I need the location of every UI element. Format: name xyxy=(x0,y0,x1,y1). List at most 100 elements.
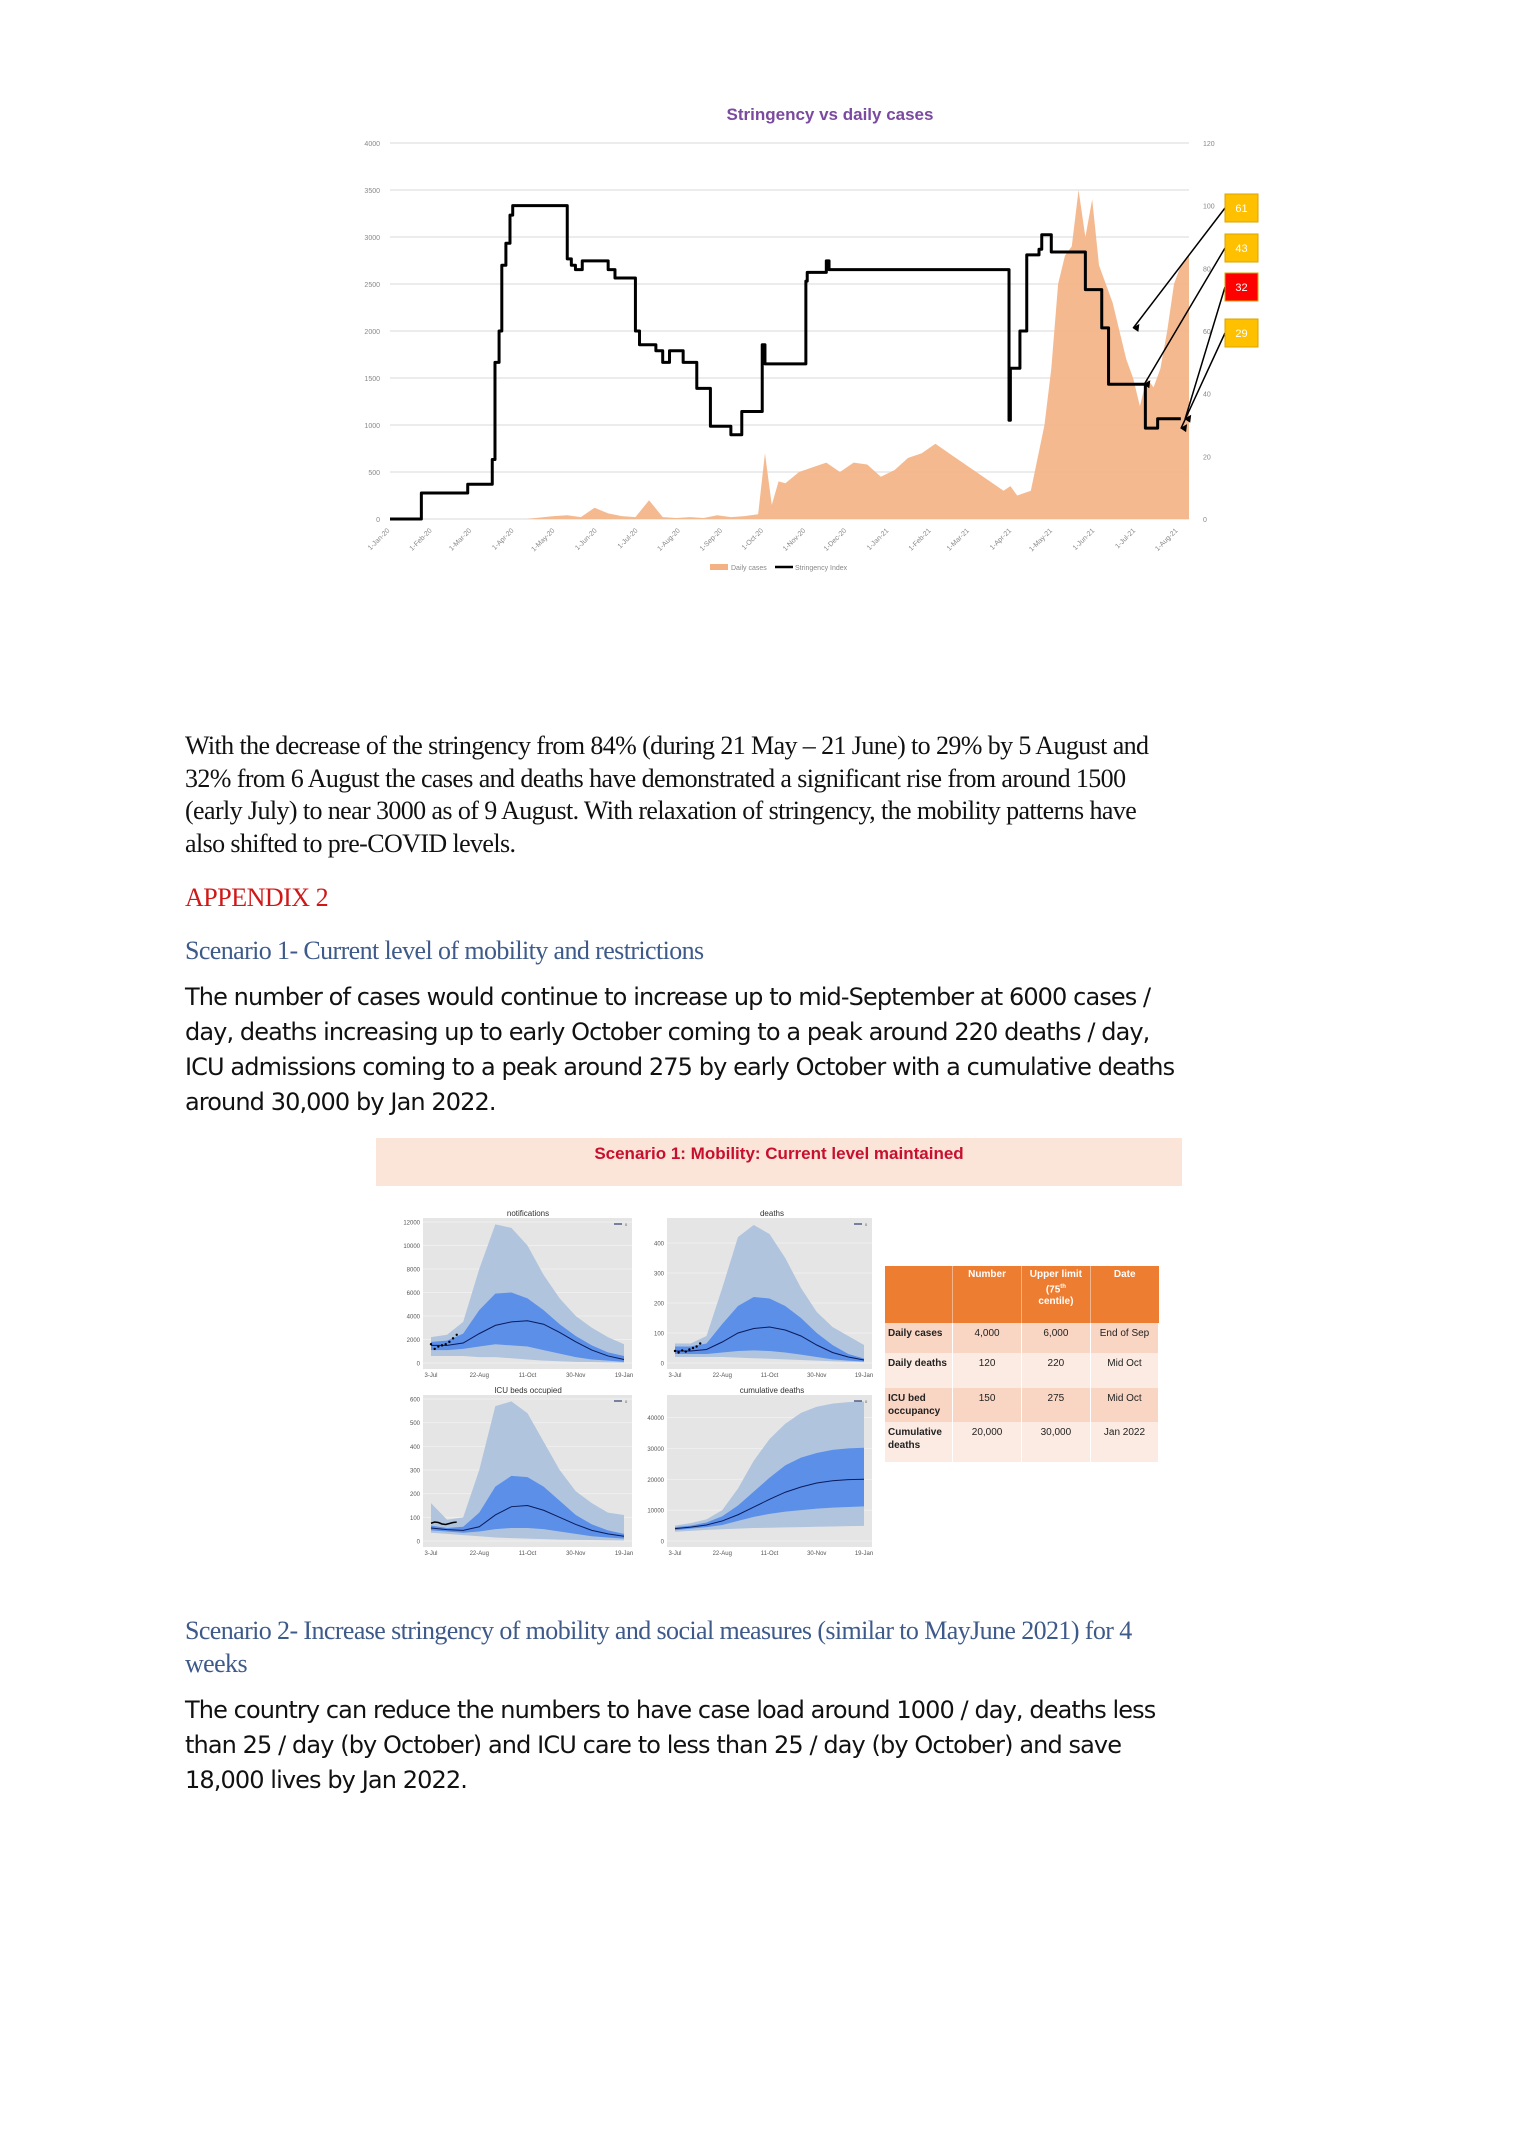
observed-point xyxy=(699,1342,702,1345)
x-tick-label: 19-Jan xyxy=(855,1373,873,1379)
legend-swatch-daily-cases xyxy=(710,564,728,570)
x-tick-label: 1-Aug-20 xyxy=(657,527,682,552)
y2-tick-label: 20 xyxy=(1203,454,1211,461)
y-tick-label: 2500 xyxy=(364,282,380,289)
y-tick-label: 0 xyxy=(417,1540,421,1546)
y-tick-label: 200 xyxy=(654,1302,665,1308)
scenario-1-body: The number of cases would continue to in… xyxy=(185,980,1345,1120)
x-tick-label: 1-Apr-20 xyxy=(491,527,515,551)
x-tick-label: 19-Jan xyxy=(615,1373,633,1379)
table-header-row: Number Upper limit (75th centile) Date xyxy=(885,1266,1159,1323)
x-tick-label: 1-Apr-21 xyxy=(989,527,1013,551)
text-line: With the decrease of the stringency from… xyxy=(185,731,1149,760)
table-row: ICU bed occupancy 150 275 Mid Oct xyxy=(885,1388,1160,1422)
y-tick-label: 0 xyxy=(661,1540,665,1546)
cell-upper: 220 xyxy=(1021,1353,1091,1388)
header-number: Number xyxy=(952,1266,1022,1323)
text-line: (early July) to near 3000 as of 9 August… xyxy=(185,796,1137,825)
mini-chart-ICU-beds-occupied: 0 100 200 300 400 500 600 3-Jul 22-Aug 11-Oct 30-N… xyxy=(410,1395,633,1557)
mini-chart-deaths: 0 100 200 300 400 3-Jul 22-Aug 11-Oct 30-Nov 19-J… xyxy=(654,1218,873,1379)
annotation-label: 32 xyxy=(1235,282,1247,294)
mini-chart-notifications: 0 2000 4000 6000 8000 10000 12000 3-Jul 22-Aug 11… xyxy=(403,1218,633,1379)
x-tick-label: 1-Sep-20 xyxy=(699,527,724,552)
text-line: around 30,000 by Jan 2022. xyxy=(185,1088,497,1116)
y-tick-label: 600 xyxy=(410,1398,421,1404)
y2-tick-label: 80 xyxy=(1203,266,1211,273)
y-tick-label: 2000 xyxy=(407,1338,421,1344)
observed-point xyxy=(677,1351,680,1354)
annotation-label: 61 xyxy=(1235,203,1247,215)
x-tick-label: 1-Jul-21 xyxy=(1114,527,1137,550)
x-tick-label: 30-Nov xyxy=(807,1551,826,1557)
legend-label: Daily cases xyxy=(731,565,767,572)
heading-line: Scenario 2- Increase stringency of mobil… xyxy=(185,1616,1132,1645)
y-tick-label: 1000 xyxy=(364,423,380,430)
y-tick-label: 0 xyxy=(661,1362,665,1368)
observed-point xyxy=(451,1337,455,1340)
observed-point xyxy=(673,1349,677,1353)
x-tick-label: 19-Jan xyxy=(615,1551,633,1557)
y-tick-label: 100 xyxy=(654,1332,665,1338)
x-tick-label: 3-Jul xyxy=(424,1373,437,1379)
x-tick-label: 30-Nov xyxy=(566,1551,585,1557)
x-tick-label: 1-Dec-20 xyxy=(823,527,848,552)
x-tick-label: 3-Jul xyxy=(668,1551,681,1557)
observed-point xyxy=(681,1349,684,1352)
x-tick-label: 1-Jun-20 xyxy=(574,527,599,552)
x-tick-label: 1-Jan-20 xyxy=(367,527,392,552)
cell-number: 150 xyxy=(952,1388,1022,1422)
header-upper-line3: centile) xyxy=(1038,1296,1074,1308)
x-tick-label: 1-Jun-21 xyxy=(1072,527,1097,552)
cell-upper: 275 xyxy=(1021,1388,1091,1422)
x-tick-label: 11-Oct xyxy=(519,1551,537,1557)
x-tick-label: 3-Jul xyxy=(424,1551,437,1557)
scenario-1-figure-title: Scenario 1: Mobility: Current level main… xyxy=(594,1144,964,1163)
cell-date: End of Sep xyxy=(1090,1323,1160,1353)
y-tick-label: 8000 xyxy=(407,1268,421,1274)
stringency-paragraph: With the decrease of the stringency from… xyxy=(185,730,1345,860)
y-tick-label: 30000 xyxy=(647,1447,664,1453)
scenario-2-heading: Scenario 2- Increase stringency of mobil… xyxy=(185,1614,1345,1680)
text-line: ICU admissions coming to a peak around 2… xyxy=(185,1053,1175,1081)
text-line: The country can reduce the numbers to ha… xyxy=(185,1696,1156,1724)
x-tick-label: 1-Feb-21 xyxy=(908,527,933,552)
observed-point xyxy=(444,1343,447,1346)
y-tick-label: 3000 xyxy=(364,235,380,242)
y-tick-label: 1500 xyxy=(364,376,380,383)
legend-label: Stringency Index xyxy=(795,565,848,572)
observed-point xyxy=(429,1343,433,1346)
cell-number: 20,000 xyxy=(952,1422,1022,1462)
cell-date: Jan 2022 xyxy=(1090,1422,1160,1462)
y-tick-label: 300 xyxy=(410,1469,421,1475)
y-tick-label: 10000 xyxy=(647,1509,664,1515)
x-tick-label: 22-Aug xyxy=(713,1373,732,1379)
x-tick-label: 11-Oct xyxy=(519,1373,537,1379)
x-tick-label: 1-Feb-20 xyxy=(409,527,434,552)
y-tick-label: 400 xyxy=(654,1242,665,1248)
x-tick-label: 30-Nov xyxy=(807,1373,826,1379)
cell-date: Mid Oct xyxy=(1090,1353,1160,1388)
cell-upper: 6,000 xyxy=(1021,1323,1091,1353)
y-tick-label: 500 xyxy=(410,1421,421,1427)
header-upper-sup: th xyxy=(1060,1284,1066,1290)
y-tick-label: 40000 xyxy=(647,1416,664,1422)
x-tick-label: 11-Oct xyxy=(761,1373,779,1379)
stringency-vs-cases-chart: Stringency vs daily cases 0 500 1000 1500 20… xyxy=(330,95,1330,595)
table-row: Cumulative deaths 20,000 30,000 Jan 2022 xyxy=(885,1422,1160,1462)
y-tick-label: 3500 xyxy=(364,188,380,195)
x-tick-label: 11-Oct xyxy=(761,1551,779,1557)
text-line: 18,000 lives by Jan 2022. xyxy=(185,1766,468,1794)
cell-date: Mid Oct xyxy=(1090,1388,1160,1422)
y2-tick-label: 0 xyxy=(1203,517,1207,524)
x-tick-label: 30-Nov xyxy=(566,1373,585,1379)
scenario-2-body: The country can reduce the numbers to ha… xyxy=(185,1693,1345,1798)
observed-point xyxy=(433,1347,436,1351)
projection-charts: 0200040006000800010000120003-Jul 22-Aug 11… xyxy=(403,1218,873,1557)
y-tick-label: 200 xyxy=(410,1492,421,1498)
observed-point xyxy=(691,1346,695,1350)
x-tick-label: 22-Aug xyxy=(470,1551,489,1557)
annotation-arrow xyxy=(1184,286,1226,419)
heading-line: weeks xyxy=(185,1649,248,1678)
y-tick-label: 20000 xyxy=(647,1478,664,1484)
x-tick-label: 1-Nov-20 xyxy=(782,527,807,552)
